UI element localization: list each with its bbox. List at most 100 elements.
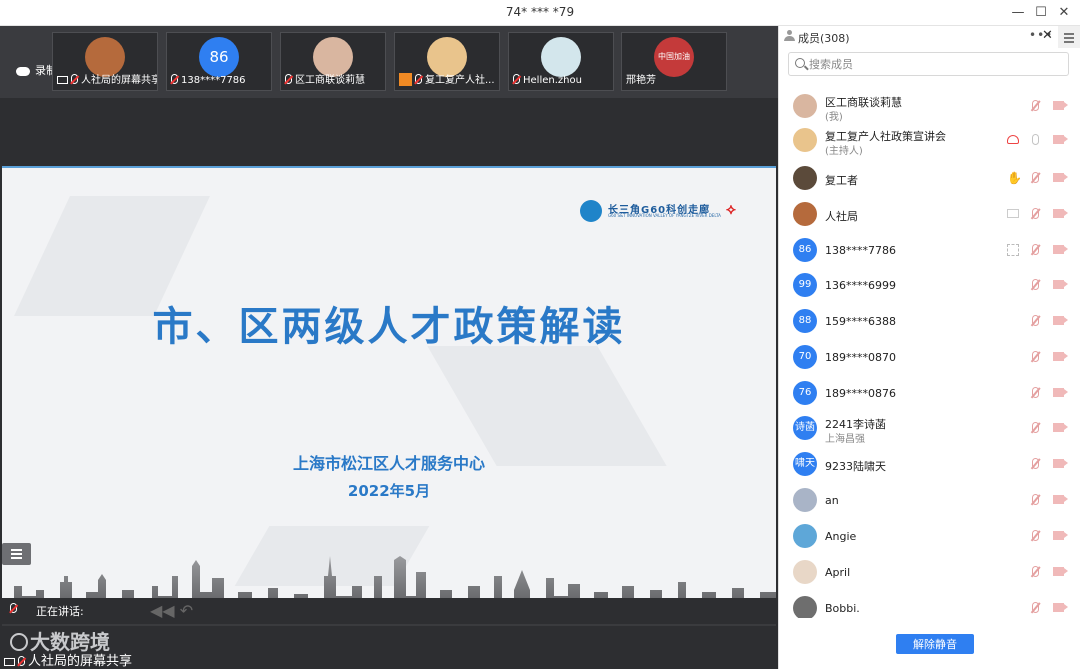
member-avatar: 88 xyxy=(793,309,817,333)
unmute-all-button[interactable]: 解除静音 xyxy=(896,634,974,654)
member-row[interactable]: 70 189****0870 xyxy=(779,339,1080,375)
camera-off-icon[interactable] xyxy=(1053,602,1068,614)
minimize-button[interactable]: — xyxy=(1008,3,1028,23)
member-row[interactable]: 区工商联谈莉慧 (我) xyxy=(779,88,1080,124)
member-name: 人社局 xyxy=(825,210,858,223)
mic-muted-icon[interactable] xyxy=(1029,458,1043,470)
thumbnail-label: Hellen.zhou xyxy=(509,73,613,88)
member-avatar: 86 xyxy=(793,238,817,262)
thumbnail-label: 邢艳芳 xyxy=(622,73,726,88)
member-name: 9233陆啸天 xyxy=(825,460,886,473)
mic-muted-icon[interactable] xyxy=(1029,100,1043,112)
close-panel-button[interactable]: ✕ xyxy=(1042,28,1053,43)
member-row[interactable]: 诗菡 2241李诗菡 上海昌强 xyxy=(779,410,1080,446)
member-row[interactable]: Angie xyxy=(779,518,1080,554)
member-row[interactable]: 86 138****7786 xyxy=(779,232,1080,268)
video-thumbnail[interactable]: Hellen.zhou xyxy=(508,32,614,91)
g60-logo-icon xyxy=(580,200,602,222)
mic-muted-icon[interactable] xyxy=(1029,494,1043,506)
camera-off-icon[interactable] xyxy=(1053,351,1068,363)
member-name: April xyxy=(825,566,851,579)
camera-off-icon[interactable] xyxy=(1053,387,1068,399)
member-avatar: 诗菡 xyxy=(793,416,817,440)
close-window-button[interactable]: ✕ xyxy=(1054,3,1074,23)
video-thumbnail[interactable]: 复工复产人社... xyxy=(394,32,500,91)
window-title: 74* *** *79 xyxy=(505,5,575,19)
bottom-share-label: 人社局的屏幕共享 xyxy=(4,650,132,669)
mic-muted-icon[interactable] xyxy=(1029,566,1043,578)
member-row[interactable]: 76 189****0876 xyxy=(779,375,1080,411)
member-status-icons xyxy=(997,134,1068,148)
mic-muted-icon[interactable] xyxy=(1029,279,1043,291)
mic-muted-icon[interactable] xyxy=(1029,602,1043,614)
thumbnail-name: 邢艳芳 xyxy=(626,75,656,86)
mic-muted-icon[interactable] xyxy=(1029,387,1043,399)
camera-off-icon[interactable] xyxy=(1053,279,1068,291)
g60-logo: 长三角G60科创走廊 G60 S&T INNOVATION VALLEY OF … xyxy=(580,200,750,222)
mic-muted-icon[interactable] xyxy=(1029,315,1043,327)
member-name: 复工者 xyxy=(825,174,858,187)
camera-off-icon[interactable] xyxy=(1053,134,1068,146)
mic-muted-icon[interactable] xyxy=(1029,530,1043,542)
member-row[interactable]: Bobbi. xyxy=(779,590,1080,618)
member-avatar: 啸天 xyxy=(793,452,817,476)
camera-off-icon[interactable] xyxy=(1053,566,1068,578)
mic-muted-icon xyxy=(18,656,25,666)
camera-off-icon[interactable] xyxy=(1053,208,1068,220)
panel-menu-button[interactable] xyxy=(1058,26,1080,48)
mic-muted-icon[interactable] xyxy=(1029,208,1043,220)
cloud-record-icon xyxy=(1007,134,1021,146)
mic-muted-icon[interactable] xyxy=(1029,172,1043,184)
members-panel: 成员(308) ••• ✕ 区工商联谈莉慧(我)复工复产人社政策宣讲会(主持人)… xyxy=(778,26,1080,669)
video-thumbnail[interactable]: 人社局的屏幕共享 xyxy=(52,32,158,91)
video-thumbnail[interactable]: 中国加油 邢艳芳 xyxy=(621,32,727,91)
camera-off-icon[interactable] xyxy=(1053,244,1068,256)
member-status-icons xyxy=(997,315,1068,329)
bottom-share-text: 人社局的屏幕共享 xyxy=(28,654,133,669)
mic-muted-icon[interactable] xyxy=(1029,351,1043,363)
member-row[interactable]: 啸天 9233陆啸天 xyxy=(779,446,1080,482)
mic-muted-icon[interactable] xyxy=(1029,422,1043,434)
video-thumbnail[interactable]: 86 138****7786 xyxy=(166,32,272,91)
camera-off-icon[interactable] xyxy=(1053,100,1068,112)
mic-muted-icon xyxy=(513,74,520,84)
member-name: 136****6999 xyxy=(825,279,896,292)
video-thumbnail[interactable]: 区工商联谈莉慧 xyxy=(280,32,386,91)
member-name: Angie xyxy=(825,530,857,543)
member-avatar xyxy=(793,128,817,152)
camera-off-icon[interactable] xyxy=(1053,494,1068,506)
camera-off-icon[interactable] xyxy=(1053,315,1068,327)
mic-muted-icon[interactable] xyxy=(1029,244,1043,256)
members-panel-title: 成员(308) xyxy=(798,32,850,45)
slide-bg-facet xyxy=(427,346,667,466)
slide-nav-arrows-icon[interactable]: ◀◀ ↶ xyxy=(150,601,193,620)
mic-muted-icon xyxy=(171,74,178,84)
camera-off-icon[interactable] xyxy=(1053,458,1068,470)
screen-share-icon xyxy=(1007,208,1021,220)
thumbnail-label: 138****7786 xyxy=(167,73,271,88)
member-row[interactable]: 复工者 ✋ xyxy=(779,160,1080,196)
member-row[interactable]: April xyxy=(779,554,1080,590)
member-role: (主持人) xyxy=(825,146,863,157)
member-row[interactable]: 复工复产人社政策宣讲会 (主持人) xyxy=(779,122,1080,158)
member-row[interactable]: 人社局 xyxy=(779,196,1080,232)
member-row[interactable]: an xyxy=(779,482,1080,518)
video-thumbnail-strip: 录制中 人社局的屏幕共享86138****7786区工商联谈莉慧复工复产人社..… xyxy=(0,26,778,98)
meeting-window: 74* *** *79 — ☐ ✕ 录制中 人社局的屏幕共享86138****7… xyxy=(0,0,1080,669)
camera-off-icon[interactable] xyxy=(1053,172,1068,184)
maximize-button[interactable]: ☐ xyxy=(1031,3,1051,23)
thumbnail-name: 区工商联谈莉慧 xyxy=(295,75,365,86)
thumbnail-label: 区工商联谈莉慧 xyxy=(281,73,385,88)
member-row[interactable]: 88 159****6388 xyxy=(779,303,1080,339)
title-bar: 74* *** *79 — ☐ ✕ xyxy=(0,0,1080,26)
member-status-icons xyxy=(997,100,1068,114)
list-toggle-button[interactable] xyxy=(2,543,31,565)
member-search-input[interactable] xyxy=(809,55,1059,73)
mic-icon[interactable] xyxy=(1029,134,1043,146)
member-row[interactable]: 99 136****6999 xyxy=(779,267,1080,303)
camera-off-icon[interactable] xyxy=(1053,422,1068,434)
camera-off-icon[interactable] xyxy=(1053,530,1068,542)
participant-avatar: 中国加油 xyxy=(654,37,694,77)
member-avatar xyxy=(793,488,817,512)
member-role: (我) xyxy=(825,112,843,123)
